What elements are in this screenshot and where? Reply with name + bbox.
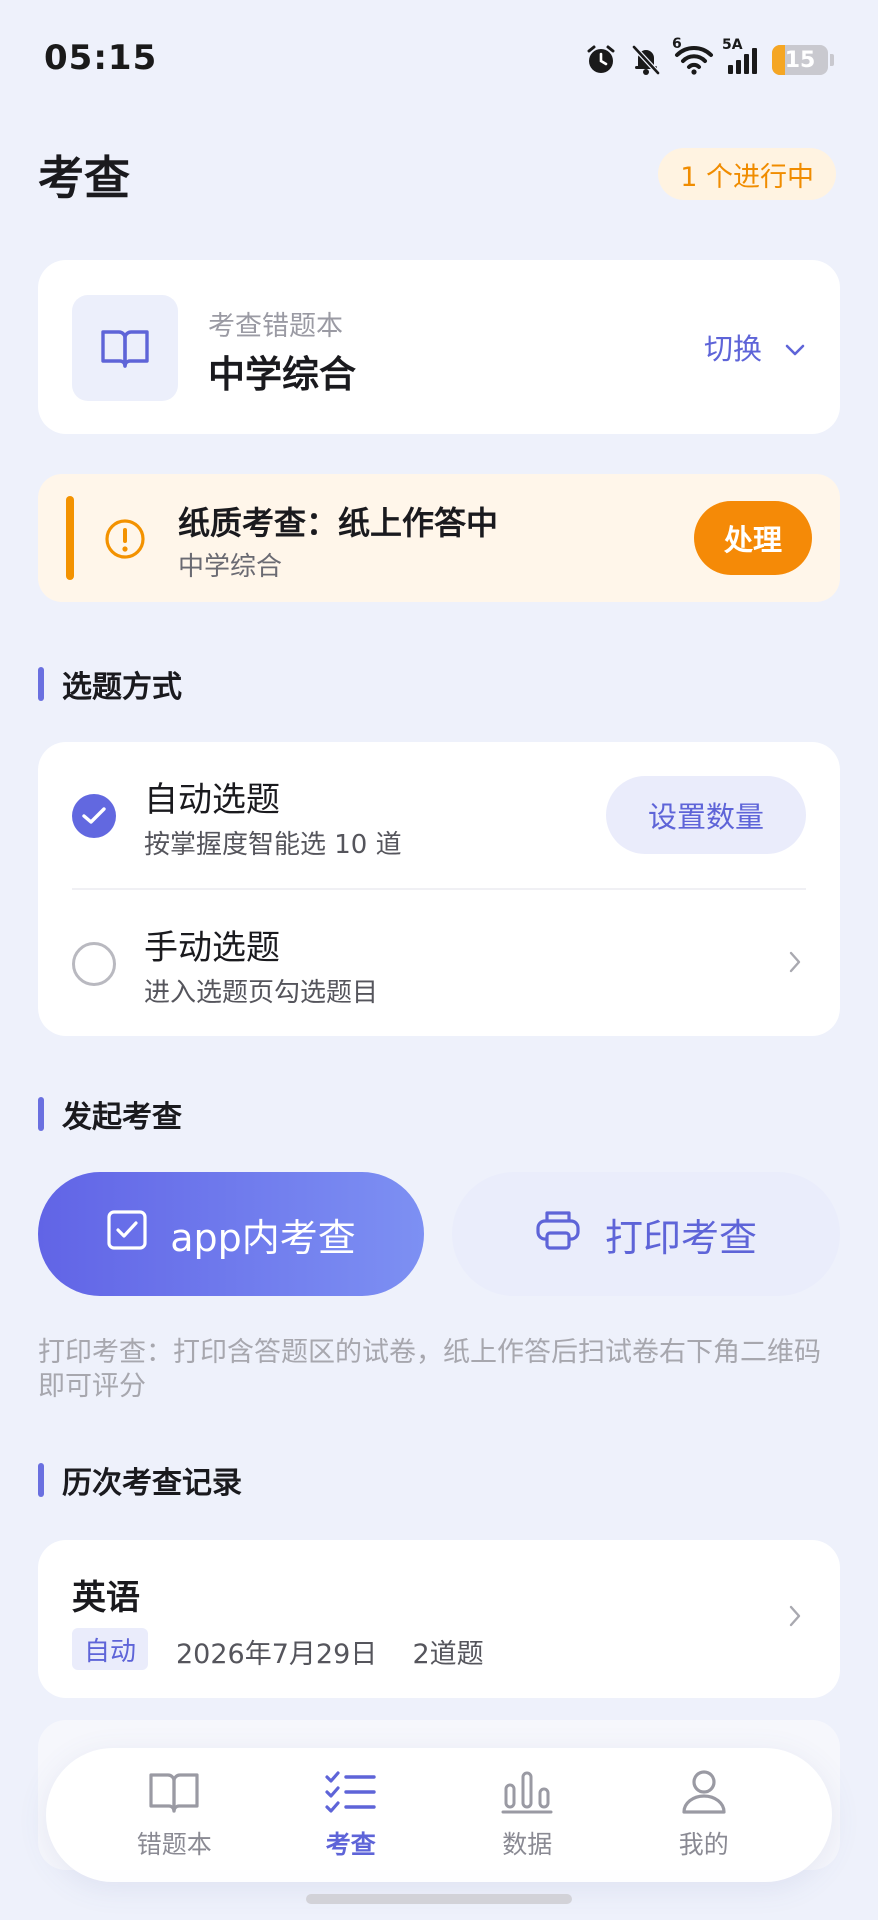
section-history: 历次考查记录 bbox=[38, 1458, 242, 1502]
alert-title: 纸质考查：纸上作答中 bbox=[178, 504, 499, 542]
chevron-right-icon bbox=[788, 950, 802, 978]
network-label: 5A bbox=[722, 37, 743, 53]
radio-checked-icon[interactable] bbox=[72, 794, 116, 838]
history-record[interactable]: 英语 自动 2026年7月29日 2道题 bbox=[38, 1540, 840, 1698]
notebook-card[interactable]: 考查错题本 中学综合 切换 bbox=[38, 260, 840, 434]
status-time: 05:15 bbox=[44, 38, 158, 78]
record-count: 2道题 bbox=[412, 1639, 484, 1670]
print-exam-button[interactable]: 打印考查 bbox=[452, 1172, 840, 1296]
option-title: 手动选题 bbox=[144, 928, 280, 968]
battery-level: 15 bbox=[784, 47, 816, 73]
notebook-name: 中学综合 bbox=[208, 353, 356, 396]
battery-icon: 15 bbox=[772, 45, 828, 75]
option-description: 按掌握度智能选 10 道 bbox=[144, 830, 402, 860]
checklist-icon bbox=[324, 1769, 378, 1821]
mute-bell-icon bbox=[630, 43, 662, 77]
switch-notebook-button[interactable]: 切换 bbox=[704, 326, 806, 368]
book-icon bbox=[147, 1769, 201, 1821]
status-icons: 6 5A 15 bbox=[584, 36, 834, 80]
checkbox-icon bbox=[106, 1209, 148, 1260]
wifi-label: 6 bbox=[672, 36, 682, 52]
section-marker bbox=[38, 1097, 44, 1131]
section-title: 发起考查 bbox=[62, 1100, 182, 1135]
nav-item-data[interactable]: 数据 bbox=[457, 1769, 597, 1861]
battery-fill bbox=[772, 45, 786, 75]
chevron-right-icon bbox=[788, 1604, 802, 1632]
bar-chart-icon bbox=[500, 1769, 554, 1821]
auto-select-option[interactable]: 自动选题 按掌握度智能选 10 道 设置数量 bbox=[38, 742, 840, 888]
printer-icon bbox=[535, 1209, 581, 1260]
section-launch: 发起考查 bbox=[38, 1092, 182, 1136]
in-progress-chip[interactable]: 1 个进行中 bbox=[658, 148, 836, 200]
nav-label: 考查 bbox=[325, 1830, 376, 1859]
section-select-mode: 选题方式 bbox=[38, 662, 182, 706]
page-title: 考查 bbox=[38, 151, 130, 205]
record-subject: 英语 bbox=[72, 1578, 140, 1618]
app-exam-button[interactable]: app内考查 bbox=[38, 1172, 424, 1296]
radio-unchecked-icon[interactable] bbox=[72, 942, 116, 986]
wifi-icon: 6 bbox=[672, 36, 714, 76]
battery-cap bbox=[830, 54, 834, 66]
status-bar: 05:15 6 5A 15 bbox=[0, 0, 878, 120]
manual-select-option[interactable]: 手动选题 进入选题页勾选题目 bbox=[38, 890, 840, 1036]
select-mode-card: 自动选题 按掌握度智能选 10 道 设置数量 手动选题 进入选题页勾选题目 bbox=[38, 742, 840, 1036]
option-title: 自动选题 bbox=[144, 780, 280, 820]
warning-icon bbox=[104, 518, 146, 564]
switch-label: 切换 bbox=[703, 332, 762, 366]
print-exam-label: 打印考查 bbox=[604, 1215, 757, 1260]
signal-icon: 5A bbox=[722, 37, 760, 75]
section-marker bbox=[38, 667, 44, 701]
paper-exam-alert: 纸质考查：纸上作答中 中学综合 处理 bbox=[38, 474, 840, 602]
user-icon bbox=[677, 1769, 731, 1821]
alert-accent-bar bbox=[66, 496, 74, 580]
print-hint: 打印考查：打印含答题区的试卷，纸上作答后扫试卷右下角二维码即可评分 bbox=[38, 1337, 821, 1402]
section-title: 历次考查记录 bbox=[62, 1466, 242, 1501]
book-icon bbox=[72, 295, 178, 401]
app-exam-label: app内考查 bbox=[170, 1215, 356, 1260]
nav-item-exam[interactable]: 考查 bbox=[281, 1769, 421, 1861]
nav-item-notebook[interactable]: 错题本 bbox=[104, 1769, 244, 1861]
bottom-nav: 错题本 考查 数据 我的 bbox=[46, 1748, 832, 1882]
notebook-subtitle: 考查错题本 bbox=[208, 311, 343, 342]
set-quantity-button[interactable]: 设置数量 bbox=[606, 776, 806, 854]
nav-label: 数据 bbox=[502, 1830, 553, 1859]
nav-item-profile[interactable]: 我的 bbox=[634, 1769, 774, 1861]
section-title: 选题方式 bbox=[62, 670, 182, 705]
nav-label: 错题本 bbox=[136, 1830, 212, 1859]
record-meta: 2026年7月29日 2道题 bbox=[176, 1632, 484, 1671]
handle-button[interactable]: 处理 bbox=[694, 501, 812, 575]
section-marker bbox=[38, 1463, 44, 1497]
record-date: 2026年7月29日 bbox=[176, 1639, 378, 1670]
option-description: 进入选题页勾选题目 bbox=[144, 978, 379, 1008]
alert-subtitle: 中学综合 bbox=[178, 552, 283, 582]
record-mode-badge: 自动 bbox=[72, 1628, 149, 1670]
nav-label: 我的 bbox=[678, 1830, 729, 1859]
alarm-icon bbox=[584, 43, 618, 77]
home-indicator[interactable] bbox=[306, 1894, 572, 1904]
chevron-down-icon bbox=[784, 330, 806, 364]
